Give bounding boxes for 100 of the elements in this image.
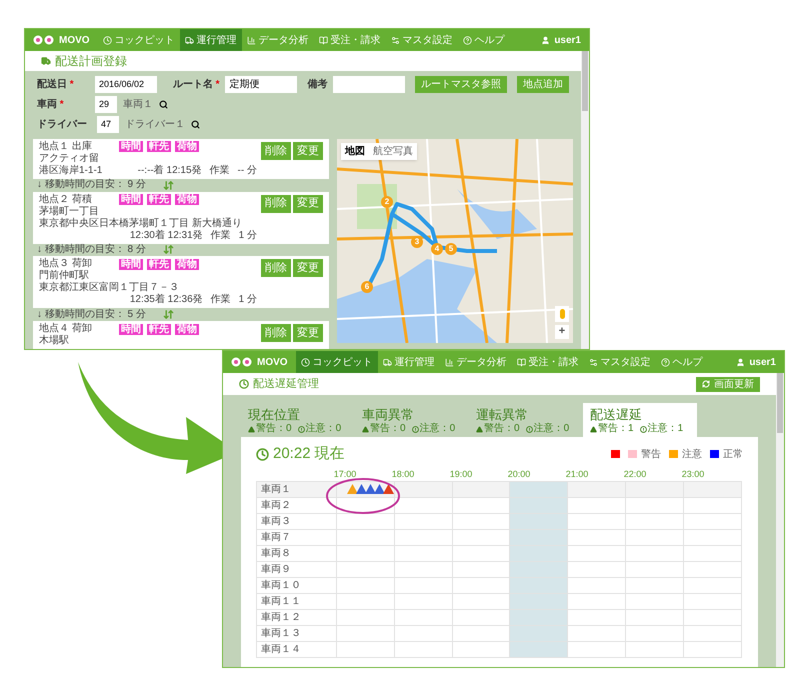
alert-icon — [412, 426, 419, 432]
map-type-button[interactable]: 航空写真 — [369, 142, 417, 160]
hour-label: 22:00 — [622, 468, 648, 480]
driver-name: ドライバー１ — [125, 118, 185, 132]
nav-item-icon — [184, 36, 194, 44]
nav-item-icon — [588, 358, 598, 366]
event-marker[interactable] — [346, 484, 358, 494]
map-type-button[interactable]: 地図 — [341, 142, 369, 160]
zoom-in-button[interactable]: + — [555, 324, 569, 339]
clock-icon — [239, 379, 249, 389]
nav-item-icon — [444, 358, 454, 366]
map-marker[interactable]: 3 — [411, 236, 423, 248]
action-button[interactable]: 地点追加 — [517, 76, 569, 93]
nav-item[interactable]: マスタ設定 — [386, 29, 458, 51]
work-duration: -- 分 — [238, 164, 257, 177]
nav-item[interactable]: 運行管理 — [378, 351, 440, 373]
nav-item[interactable]: 受注・請求 — [512, 351, 584, 373]
vehicle-number-field[interactable]: 29 — [95, 96, 117, 113]
map[interactable]: 地図 航空写真 2 3 4 5 6 + — [337, 138, 573, 343]
field-label: ルート名 * — [172, 78, 220, 92]
vehicle-label: 車両２ — [257, 498, 337, 512]
swap-icon[interactable] — [163, 244, 174, 256]
search-icon[interactable] — [191, 120, 200, 129]
tag: 軒先 — [147, 194, 171, 206]
warning-icon — [476, 426, 483, 432]
vehicle-name: 車両１ — [123, 98, 153, 112]
event-marker[interactable] — [382, 484, 394, 494]
event-marker[interactable] — [364, 484, 376, 494]
edit-button[interactable]: 変更 — [293, 194, 323, 213]
tag: 軒先 — [147, 141, 171, 152]
refresh-button[interactable]: 画面更新 — [696, 376, 760, 392]
nav-item-icon — [102, 36, 112, 44]
nav-item-icon — [246, 36, 256, 44]
nav-item[interactable]: コックピット — [296, 351, 378, 373]
delete-button[interactable]: 削除 — [261, 324, 291, 342]
nav-item[interactable]: マスタ設定 — [584, 351, 656, 373]
edit-button[interactable]: 変更 — [293, 324, 323, 342]
scrollbar[interactable] — [581, 51, 589, 349]
tab[interactable]: 配送遅延 警告：1 注意：1 — [583, 403, 697, 437]
delete-button[interactable]: 削除 — [261, 259, 291, 278]
work-label: 作業 — [210, 230, 231, 242]
stop-address: 東京都江東区富岡１丁目７－３ — [39, 282, 179, 294]
nav-item-icon — [462, 36, 472, 44]
nav-item[interactable]: ヘルプ — [656, 351, 708, 373]
date-field[interactable]: 2016/06/02 — [95, 76, 157, 93]
truck-icon — [41, 56, 51, 66]
clock-icon — [256, 448, 269, 461]
delete-button[interactable]: 削除 — [261, 142, 291, 160]
tab[interactable]: 運転異常 警告：0 注意：0 — [469, 403, 583, 437]
nav-item-icon — [660, 358, 670, 366]
refresh-icon — [702, 380, 710, 388]
work-duration: 1 分 — [238, 294, 257, 306]
swap-icon[interactable] — [163, 309, 174, 320]
event-marker[interactable] — [374, 484, 385, 494]
action-button[interactable]: ルートマスタ参照 — [415, 76, 507, 93]
hour-label: 17:00 — [332, 468, 358, 480]
nav-item[interactable]: データ分析 — [242, 29, 314, 51]
vehicle-label: 車両１４ — [257, 642, 337, 656]
edit-button[interactable]: 変更 — [293, 259, 323, 278]
swap-icon[interactable] — [163, 180, 174, 191]
route-name-field[interactable]: 定期便 — [225, 76, 298, 93]
hour-label: 21:00 — [564, 468, 590, 480]
scrollbar[interactable] — [776, 373, 784, 667]
edit-button[interactable]: 変更 — [293, 142, 323, 160]
vehicle-label: 車両１２ — [257, 610, 337, 624]
warning-icon — [590, 426, 597, 432]
user-menu[interactable]: user1 — [728, 351, 784, 373]
user-menu[interactable]: user1 — [533, 29, 589, 51]
field-label: ドライバー — [37, 118, 88, 132]
map-marker[interactable]: 4 — [431, 242, 443, 255]
delete-button[interactable]: 削除 — [261, 194, 291, 213]
driver-number-field[interactable]: 47 — [97, 116, 119, 133]
stop-times: 12:30着 12:31発 — [130, 230, 203, 242]
note-field[interactable] — [333, 76, 405, 93]
warning-icon — [248, 426, 255, 432]
nav-item[interactable]: 受注・請求 — [314, 29, 386, 51]
nav-item[interactable]: データ分析 — [440, 351, 512, 373]
event-marker[interactable] — [356, 484, 367, 494]
field-label: 車両 * — [37, 98, 65, 112]
nav-item[interactable]: コックピット — [98, 29, 180, 51]
tab[interactable]: 現在位置 警告：0 注意：0 — [241, 403, 355, 437]
nav-item[interactable]: ヘルプ — [458, 29, 510, 51]
alert-icon — [298, 426, 305, 432]
nav-item-icon — [300, 358, 310, 366]
stop-name: 木場駅 — [39, 335, 70, 348]
field-label: 配送日 * — [37, 78, 75, 92]
vehicle-label: 車両１ — [257, 482, 337, 496]
travel-time: ↓ 移動時間の目安： 9 分 — [37, 179, 147, 192]
search-icon[interactable] — [159, 100, 168, 109]
map-marker[interactable]: 5 — [445, 242, 457, 255]
stop-name: 門前仲町駅 — [39, 270, 90, 282]
brand-name: MOVO — [257, 356, 288, 370]
tag: 軒先 — [147, 324, 171, 335]
vehicle-label: 車両３ — [257, 514, 337, 528]
nav-item[interactable]: 運行管理 — [180, 29, 242, 51]
map-marker[interactable]: 6 — [361, 280, 373, 293]
nav-item-icon — [318, 36, 328, 44]
stop-times: --:--着 12:15発 — [138, 164, 202, 177]
tab[interactable]: 車両異常 警告：0 注意：0 — [355, 403, 469, 437]
brand-name: MOVO — [59, 34, 90, 48]
